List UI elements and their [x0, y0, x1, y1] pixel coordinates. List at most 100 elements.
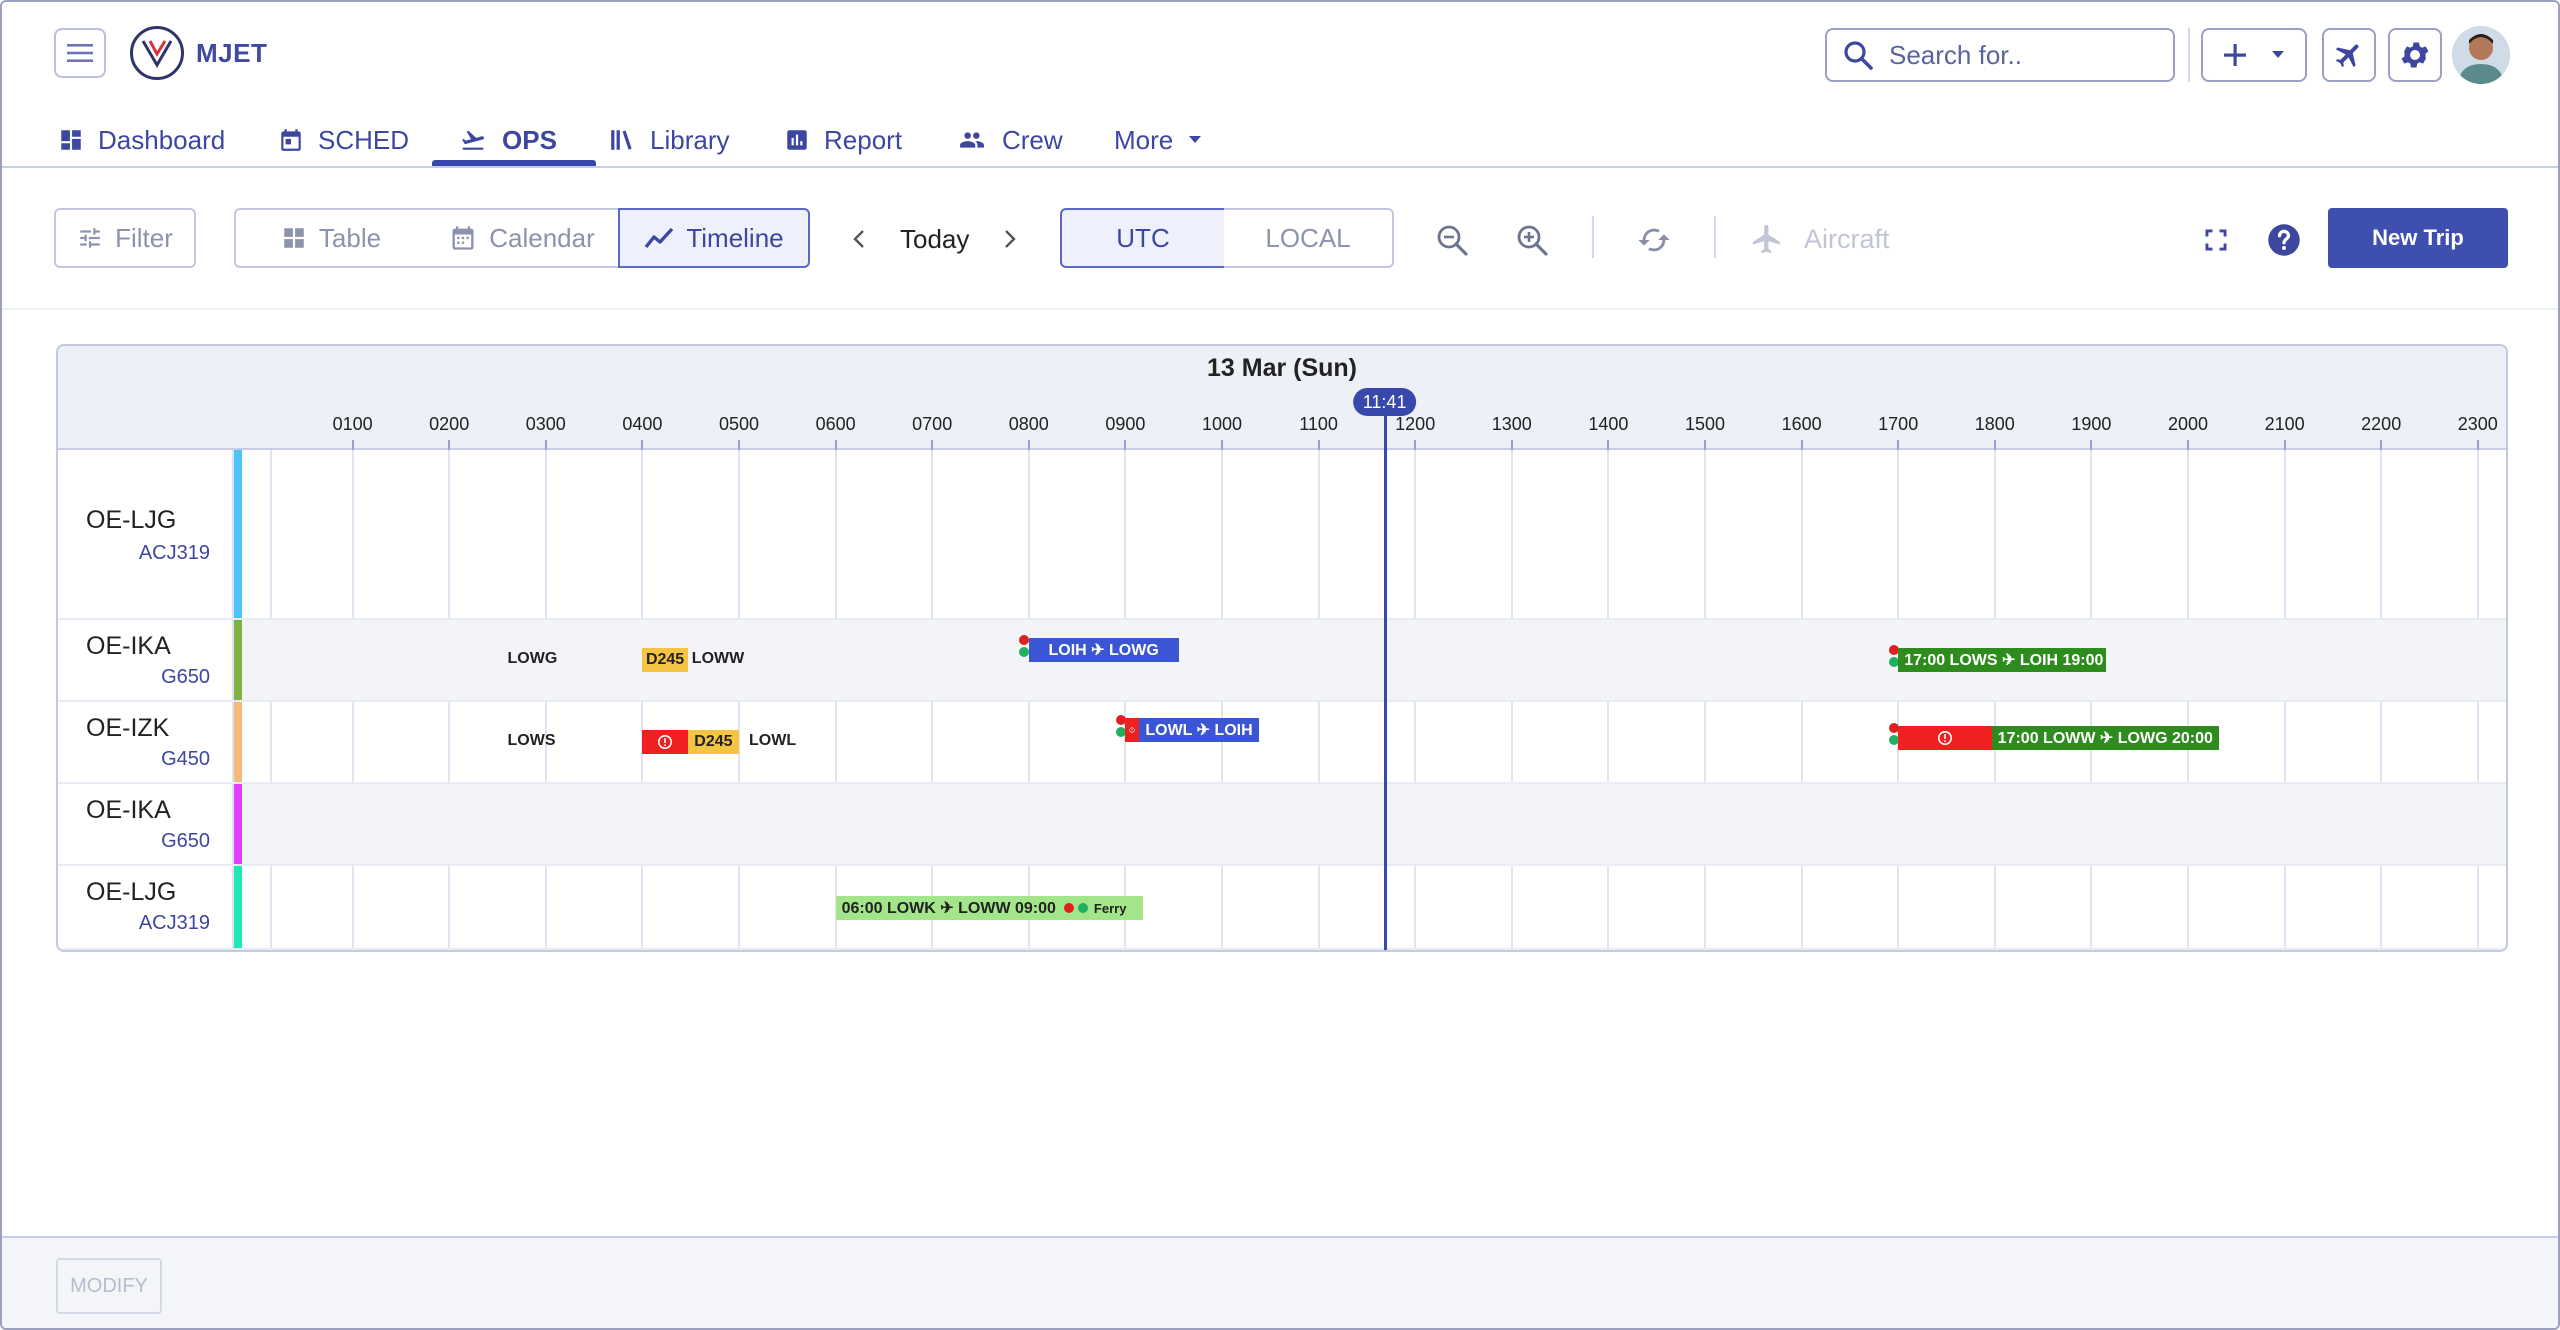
status-dot-red	[1888, 645, 1899, 655]
zoom-out-button[interactable]	[1432, 220, 1472, 260]
settings-button[interactable]	[2388, 28, 2442, 82]
fullscreen-icon	[2205, 229, 2227, 251]
hour-tick	[1510, 440, 1513, 450]
hour-tick	[1317, 440, 1320, 450]
hour-label: 0500	[718, 414, 760, 434]
aircraft-row[interactable]: OE-LJG ACJ319	[58, 866, 2506, 950]
hour-tick	[738, 440, 740, 450]
hour-label: 1200	[1395, 414, 1436, 434]
nav-crew[interactable]: Crew	[956, 112, 1063, 168]
hour-tick	[1124, 440, 1127, 450]
hour-label: 2200	[2361, 414, 2402, 434]
help-button[interactable]	[2264, 220, 2304, 260]
hour-label: 2300	[2457, 414, 2498, 434]
modify-button[interactable]: MODIFY	[56, 1258, 162, 1314]
status-dot-green	[1888, 735, 1899, 745]
aircraft-registration: OE-LJG	[86, 506, 177, 534]
flight-leg[interactable]: 06:00 LOWK ✈ LOWW 09:00 Ferry	[835, 896, 1143, 920]
airport-code: LOWL	[749, 732, 797, 749]
chevron-right-icon[interactable]	[1003, 228, 1017, 250]
caret-down-icon	[2272, 51, 2284, 58]
hour-label: 1600	[1781, 414, 1822, 434]
aircraft-label[interactable]: OE-IZK G450	[58, 702, 234, 782]
aircraft-row[interactable]: OE-LJG ACJ319	[58, 450, 2506, 620]
search-box[interactable]	[1825, 28, 2175, 82]
hour-tick	[2187, 440, 2189, 450]
flight-leg[interactable]: 17:00 LOWS ✈ LOIH 19:00	[1898, 648, 2106, 672]
aircraft-type: ACJ319	[138, 542, 210, 564]
aircraft-label[interactable]: OE-LJG ACJ319	[58, 866, 234, 948]
nav-sched[interactable]: SCHED	[278, 112, 409, 168]
alert-block[interactable]	[642, 730, 688, 754]
today-button[interactable]: Today	[900, 224, 969, 255]
status-dot-red	[1115, 715, 1126, 725]
footer-bar: MODIFY	[2, 1236, 2558, 1328]
toolbar-divider	[1714, 216, 1716, 258]
alert-segment	[1898, 730, 1991, 746]
filter-button[interactable]: Filter	[54, 208, 196, 268]
menu-button[interactable]	[54, 28, 106, 78]
flight-leg[interactable]: LOWL ✈ LOIH	[1125, 718, 1259, 742]
aircraft-color-bar	[234, 450, 242, 618]
nav-dashboard-label: Dashboard	[98, 124, 226, 155]
user-photo-icon	[2452, 26, 2510, 84]
search-icon	[1844, 41, 1873, 70]
hour-label: 1800	[1974, 414, 2015, 434]
nav-report[interactable]: Report	[784, 112, 902, 168]
flight-leg[interactable]: 17:00 LOWW ✈ LOWG 20:00	[1898, 726, 2219, 750]
brand-logo[interactable]	[130, 26, 184, 80]
nav-more[interactable]: More	[1114, 112, 1203, 168]
aircraft-selector[interactable]: Aircraft	[1750, 216, 1890, 262]
fullscreen-button[interactable]	[2196, 220, 2236, 260]
zoom-in-button[interactable]	[1512, 220, 1552, 260]
add-dropdown-button[interactable]	[2201, 28, 2307, 82]
flight-leg-label: 17:00 LOWW ✈ LOWG 20:00	[1991, 726, 2219, 750]
status-dot-green	[1115, 727, 1126, 737]
user-avatar[interactable]	[2452, 26, 2510, 84]
aircraft-row[interactable]: OE-IKA G650	[58, 620, 2506, 702]
refresh-icon	[1638, 228, 1670, 252]
dashboard-icon	[61, 130, 81, 150]
ferry-label: Ferry	[1093, 900, 1127, 916]
hour-label: 1900	[2071, 414, 2112, 434]
new-trip-button[interactable]: New Trip	[2328, 208, 2508, 268]
search-input[interactable]	[1889, 39, 2159, 71]
hour-label: 0200	[429, 414, 470, 434]
utc-toggle[interactable]: UTC	[1060, 208, 1226, 268]
nav-dashboard[interactable]: Dashboard	[58, 112, 225, 168]
hour-tick	[1897, 440, 1900, 450]
hamburger-icon	[67, 44, 93, 62]
hour-tick	[931, 440, 934, 450]
hour-tick	[448, 440, 451, 450]
people-icon	[960, 132, 984, 148]
aircraft-label[interactable]: OE-IKA G650	[58, 784, 234, 864]
hour-label: 1300	[1491, 414, 1532, 434]
trend-line-icon	[645, 227, 674, 249]
nav-library[interactable]: Library	[608, 112, 729, 168]
duty-tag[interactable]: D245	[642, 648, 688, 672]
library-icon	[611, 130, 632, 150]
nav-crew-label: Crew	[1002, 124, 1063, 155]
aircraft-label[interactable]: OE-LJG ACJ319	[58, 450, 234, 618]
flight-leg-label: 17:00 LOWS ✈ LOIH 19:00	[1904, 652, 2104, 669]
alert-icon	[658, 735, 673, 749]
hour-tick	[2090, 440, 2093, 450]
filter-label: Filter	[115, 222, 173, 253]
flights-button[interactable]	[2322, 28, 2376, 82]
duty-tag[interactable]: D245	[687, 730, 739, 754]
local-toggle[interactable]: LOCAL	[1224, 208, 1394, 268]
view-table-button[interactable]: Table	[234, 208, 428, 268]
aircraft-row[interactable]: OE-IKA G650	[58, 784, 2506, 866]
view-calendar-button[interactable]: Calendar	[426, 208, 620, 268]
hour-tick	[1993, 440, 1996, 450]
sliders-icon	[80, 228, 100, 248]
aircraft-registration: OE-IKA	[86, 796, 171, 824]
refresh-button[interactable]	[1634, 220, 1674, 260]
ops-timeline: 13 Mar (Sun) 0100 0200 0300 0400 0500 0600 070…	[56, 344, 2508, 952]
timeline-header: 13 Mar (Sun)	[58, 346, 2506, 450]
aircraft-label[interactable]: OE-IKA G650	[58, 620, 234, 700]
flight-leg[interactable]: LOIH ✈ LOWG	[1028, 638, 1179, 662]
chevron-left-icon[interactable]	[852, 228, 866, 250]
flight-leg-label: LOWL ✈ LOIH	[1139, 718, 1259, 742]
view-timeline-button[interactable]: Timeline	[618, 208, 810, 268]
